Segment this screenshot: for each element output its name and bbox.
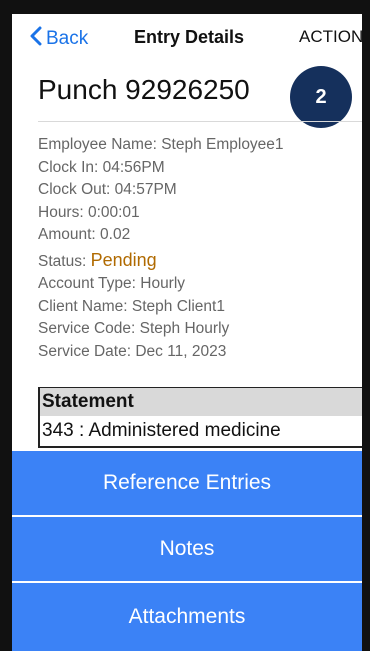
reference-entries-button[interactable]: Reference Entries — [12, 451, 362, 515]
clock-in: Clock In: 04:56PM — [38, 158, 165, 176]
hours: Hours: 0:00:01 — [38, 203, 140, 221]
employee-name: Employee Name: Steph Employee1 — [38, 136, 284, 153]
back-button[interactable]: Back — [30, 26, 88, 52]
statement-table: Statement 343 : Administered medicine — [38, 387, 362, 450]
account-type: Account Type: Hourly — [38, 274, 186, 292]
count-badge: 2 — [290, 66, 352, 128]
page-title: Entry Details — [134, 27, 245, 47]
status-label: Status: — [38, 252, 91, 270]
attachments-button[interactable]: Attachments — [12, 583, 362, 651]
chevron-left-icon — [30, 26, 42, 52]
status-value: Pending — [90, 249, 157, 270]
status-row: Status: Pending — [38, 247, 284, 273]
action-button[interactable]: ACTION — [299, 27, 362, 47]
client-name: Client Name: Steph Client1 — [38, 297, 225, 315]
entry-details: Employee Name: Steph Employee1 Clock In:… — [38, 134, 284, 363]
service-code: Service Code: Steph Hourly — [38, 320, 230, 338]
back-label: Back — [46, 28, 89, 50]
divider — [38, 121, 362, 122]
statement-value: 343 : Administered medicine — [38, 416, 362, 448]
entry-heading: Punch 92926250 — [38, 74, 250, 105]
amount: Amount: 0.02 — [38, 226, 131, 244]
service-date: Service Date: Dec 11, 2023 — [38, 342, 227, 360]
statement-header: Statement — [38, 388, 362, 416]
app-screen: Back Entry Details ACTION Punch 92926250… — [12, 14, 362, 651]
clock-out: Clock Out: 04:57PM — [38, 181, 177, 199]
notes-button[interactable]: Notes — [12, 517, 362, 581]
nav-bar: Back Entry Details ACTION — [12, 14, 362, 62]
